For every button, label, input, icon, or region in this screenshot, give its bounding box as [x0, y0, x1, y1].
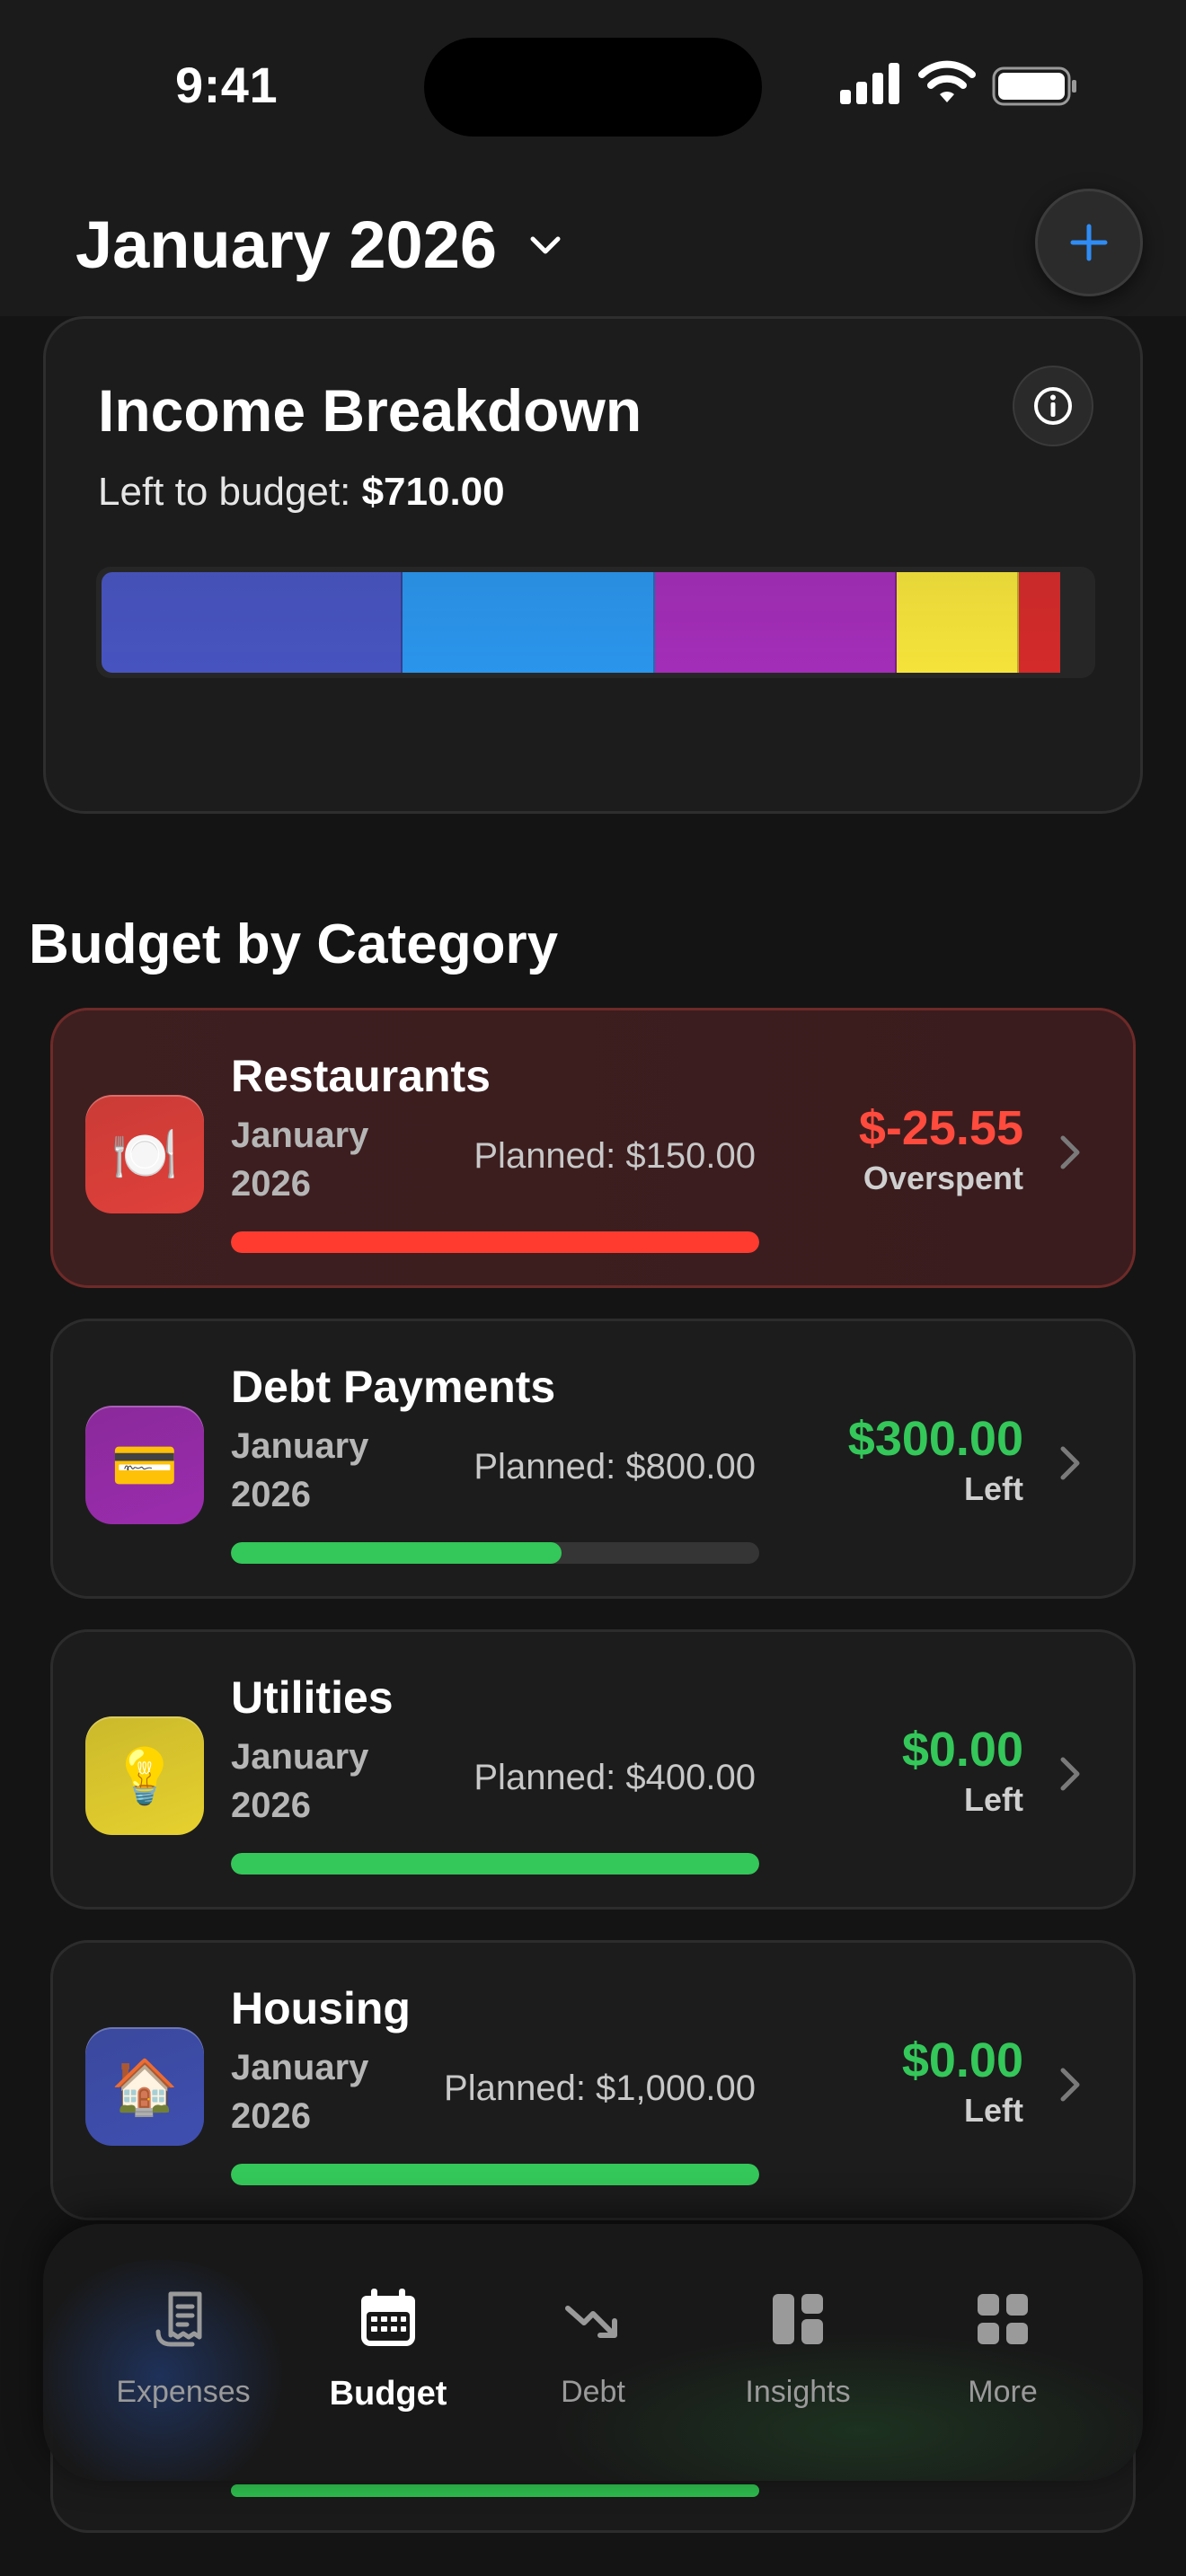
category-date: January 2026	[231, 2048, 369, 2136]
trend-down-icon	[565, 2306, 617, 2338]
header: January 2026	[0, 171, 1186, 316]
section-title: Budget by Category	[29, 913, 559, 975]
credit-card-icon: 💳	[85, 1406, 204, 1524]
income-segment	[1019, 572, 1061, 673]
grid-icon	[978, 2294, 1028, 2344]
chevron-right-icon	[1060, 1446, 1080, 1480]
category-planned: Planned: $1,000.00	[444, 2069, 756, 2108]
income-breakdown-title: Income Breakdown	[98, 377, 642, 444]
status-bar: 9:41	[0, 0, 1186, 171]
category-progress-fill	[231, 1542, 562, 1564]
plate-cutlery-icon: 🍽️	[85, 1095, 204, 1213]
category-amount: $300.00	[847, 1412, 1023, 1466]
category-progress-bar	[231, 1853, 759, 1875]
info-icon	[1034, 387, 1072, 425]
add-button[interactable]	[1035, 189, 1143, 296]
tab-label: Budget	[329, 2375, 447, 2413]
dynamic-island	[424, 38, 762, 137]
status-time: 9:41	[175, 57, 279, 113]
category-planned: Planned: $800.00	[474, 1447, 756, 1486]
category-status: Left	[964, 1470, 1023, 1507]
category-name: Restaurants	[231, 1051, 491, 1101]
tab-more[interactable]: More	[913, 2287, 1093, 2410]
category-progress-bar	[231, 1231, 759, 1253]
lightbulb-icon: 💡	[85, 1716, 204, 1835]
category-card[interactable]: 💡 Utilities January 2026 Planned: $400.00 $0…	[50, 1629, 1136, 1910]
category-planned: Planned: $400.00	[474, 1758, 756, 1797]
tab-insights[interactable]: Insights	[708, 2287, 888, 2410]
income-segment	[403, 572, 655, 673]
income-breakdown-card: Income Breakdown Left to budget: $710.00	[43, 316, 1143, 814]
tab-budget[interactable]: Budget	[298, 2287, 478, 2413]
left-to-budget-value: $710.00	[361, 470, 505, 514]
tab-label: Debt	[561, 2375, 625, 2409]
income-segment	[654, 572, 898, 673]
category-card[interactable]: 🍽️ Restaurants January 2026 Planned: $150.0…	[50, 1008, 1136, 1288]
tab-expenses[interactable]: Expenses	[93, 2287, 273, 2410]
chevron-right-icon	[1060, 2068, 1080, 2102]
house-icon: 🏠	[85, 2027, 204, 2146]
category-name: Housing	[231, 1983, 411, 2033]
calendar-icon	[361, 2289, 415, 2346]
chevron-right-icon	[1060, 1757, 1080, 1791]
category-progress-bar	[231, 2484, 759, 2497]
category-amount: $-25.55	[858, 1101, 1023, 1155]
month-selector[interactable]: January 2026	[75, 207, 563, 283]
wifi-icon	[918, 60, 976, 102]
category-progress-fill	[231, 1231, 759, 1253]
category-amount: $0.00	[901, 1723, 1023, 1777]
receipt-icon	[155, 2291, 202, 2347]
left-to-budget-label: Left to budget:	[98, 470, 351, 514]
cellular-signal-icon	[840, 63, 899, 104]
income-segment	[897, 572, 1020, 673]
category-progress-fill	[231, 1853, 759, 1875]
category-progress-bar	[231, 1542, 759, 1564]
category-planned: Planned: $150.00	[474, 1136, 756, 1176]
page-title: January 2026	[75, 207, 498, 282]
tab-label: Insights	[745, 2375, 851, 2409]
category-progress-fill	[231, 2164, 759, 2185]
category-date: January 2026	[231, 1737, 369, 1825]
category-status: Left	[964, 1781, 1023, 1818]
left-to-budget: Left to budget: $710.00	[98, 470, 505, 515]
chevron-down-icon	[530, 236, 561, 253]
category-card[interactable]: 🏠 Housing January 2026 Planned: $1,000.00 $0…	[50, 1940, 1136, 2220]
category-progress-bar	[231, 2164, 759, 2185]
category-name: Utilities	[231, 1672, 394, 1723]
category-amount: $0.00	[901, 2033, 1023, 2087]
tab-debt[interactable]: Debt	[503, 2287, 683, 2410]
chevron-right-icon	[1060, 1135, 1080, 1169]
category-card[interactable]: 💳 Debt Payments January 2026 Planned: $800.…	[50, 1319, 1136, 1599]
category-date: January 2026	[231, 1116, 369, 1204]
tab-label: Expenses	[116, 2375, 251, 2409]
plus-icon	[1070, 224, 1108, 261]
category-status: Overspent	[863, 1160, 1023, 1196]
income-breakdown-bar	[96, 567, 1095, 678]
tab-label: More	[968, 2375, 1038, 2409]
income-segment	[102, 572, 403, 673]
battery-icon	[992, 66, 1076, 106]
category-name: Debt Payments	[231, 1362, 556, 1412]
tab-bar: Expenses Budget Debt Insights More	[43, 2224, 1143, 2481]
info-button[interactable]	[1013, 366, 1093, 446]
category-date: January 2026	[231, 1426, 369, 1514]
category-status: Left	[964, 2092, 1023, 2129]
dashboard-icon	[773, 2294, 823, 2344]
